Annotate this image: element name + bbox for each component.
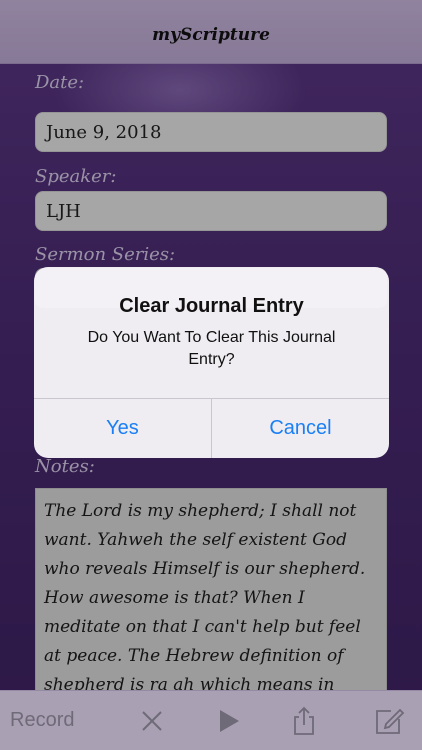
record-button[interactable]: Record <box>10 709 74 732</box>
bottom-toolbar: Record <box>0 690 422 750</box>
alert-button-row: Yes Cancel <box>34 398 389 458</box>
alert-message: Do You Want To Clear This Journal Entry? <box>87 329 336 368</box>
yes-button[interactable]: Yes <box>34 399 211 458</box>
share-icon[interactable] <box>288 705 320 737</box>
clear-journal-alert: Clear Journal Entry Do You Want To Clear… <box>34 267 389 458</box>
play-icon[interactable] <box>212 705 244 737</box>
alert-title: Clear Journal Entry <box>119 295 304 317</box>
close-icon[interactable] <box>136 705 168 737</box>
cancel-button[interactable]: Cancel <box>211 399 389 458</box>
compose-icon[interactable] <box>373 705 405 737</box>
